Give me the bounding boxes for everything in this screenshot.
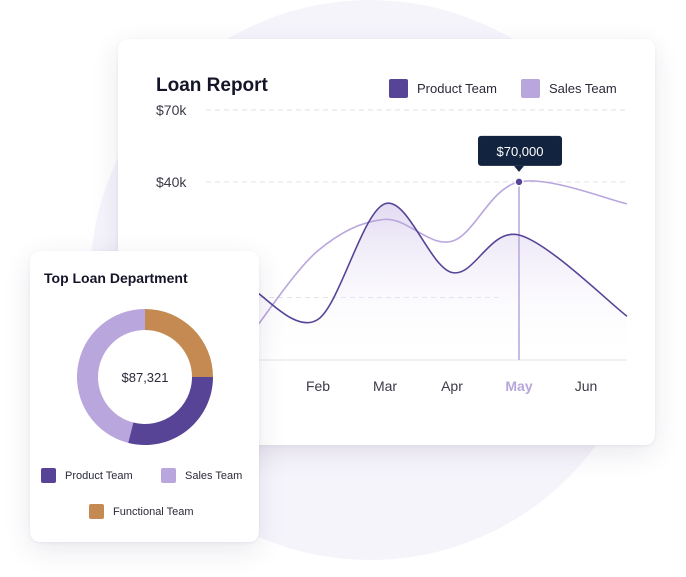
y-tick-label: $70k (156, 102, 187, 118)
product-area (255, 203, 627, 360)
legend-product-team[interactable]: Product Team (389, 79, 497, 98)
dept-swatch-sales (161, 468, 176, 483)
tooltip-label: $70,000 (497, 144, 544, 159)
legend-label-product: Product Team (417, 81, 497, 96)
legend-swatch-product (389, 79, 408, 98)
donut-slice-functional-team (145, 309, 213, 377)
department-title: Top Loan Department (44, 270, 188, 286)
legend-swatch-sales (521, 79, 540, 98)
highlight-point (514, 177, 524, 187)
y-tick-label: $40k (156, 174, 187, 190)
x-tick-label: Feb (306, 378, 330, 394)
dept-legend-label-product: Product Team (65, 469, 133, 482)
dept-legend-product[interactable]: Product Team (41, 468, 133, 483)
x-tick-label: May (505, 378, 532, 394)
dept-legend-functional[interactable]: Functional Team (89, 504, 194, 519)
donut-slice-product-team (128, 377, 213, 445)
legend-label-sales: Sales Team (549, 81, 617, 96)
legend-sales-team[interactable]: Sales Team (521, 79, 617, 98)
dept-swatch-product (41, 468, 56, 483)
dept-legend-sales[interactable]: Sales Team (161, 468, 242, 483)
top-loan-department-card: $87,321 Top Loan Department Product Team… (30, 251, 259, 542)
report-title: Loan Report (156, 75, 268, 96)
dept-swatch-functional (89, 504, 104, 519)
tooltip-arrow (514, 165, 524, 172)
dept-legend-label-sales: Sales Team (185, 469, 243, 482)
donut-center-total: $87,321 (122, 370, 169, 385)
x-tick-label: Jun (575, 378, 598, 394)
dept-legend-label-functional: Functional Team (113, 505, 194, 518)
department-donut-chart: $87,321 (77, 309, 213, 445)
x-tick-label: Mar (373, 378, 397, 394)
x-tick-label: Apr (441, 378, 463, 394)
